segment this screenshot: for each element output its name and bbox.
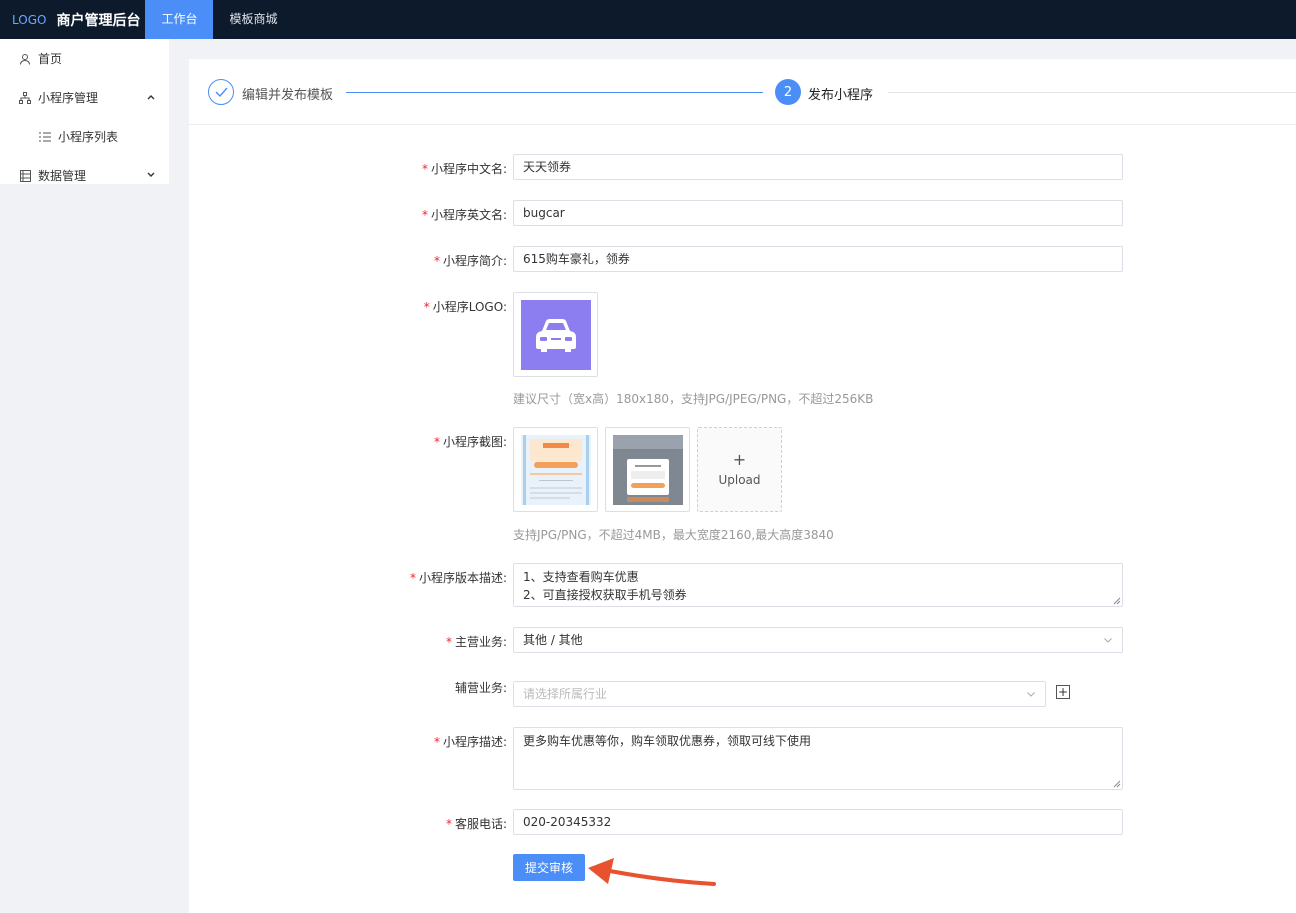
resize-handle-icon[interactable]: [1113, 597, 1121, 605]
screenshot-preview: [613, 435, 683, 505]
tab-template-store[interactable]: 模板商城: [213, 0, 293, 39]
screenshot-preview: [521, 435, 591, 505]
sub-business-label: 辅营业务:: [454, 681, 507, 695]
step-2-label: 发布小程序: [808, 88, 874, 103]
version-desc-line: 1、支持查看购车优惠: [523, 570, 639, 584]
en-name-input[interactable]: bugcar: [513, 200, 1123, 226]
sidebar-item-label: 首页: [38, 52, 63, 66]
logo-thumbnail[interactable]: [513, 292, 598, 377]
user-icon: [18, 53, 32, 65]
sidebar: 首页 小程序管理 小程序列表 数据管理: [0, 39, 169, 184]
main-business-value: 其他 / 其他: [523, 633, 583, 647]
main-business-label: * 主营业务:: [445, 635, 507, 649]
app-title: 商户管理后台: [56, 12, 141, 29]
sub-business-placeholder: 请选择所属行业: [523, 687, 608, 701]
screenshots-hint: 支持JPG/PNG，不超过4MB，最大宽度2160,最大高度3840: [513, 528, 834, 542]
submit-review-button[interactable]: 提交审核: [513, 854, 585, 881]
list-icon: [38, 132, 52, 142]
main-business-select[interactable]: 其他 / 其他: [513, 627, 1123, 653]
database-icon: [18, 169, 32, 182]
logo-hint: 建议尺寸（宽x高）180x180，支持JPG/JPEG/PNG，不超过256KB: [513, 392, 874, 406]
sidebar-item-data-manage[interactable]: 数据管理: [0, 156, 169, 195]
chevron-down-icon: [1027, 692, 1035, 697]
sidebar-item-label: 数据管理: [38, 169, 87, 183]
upload-label: Upload: [718, 473, 761, 487]
phone-label: * 客服电话:: [445, 817, 507, 831]
screenshot-thumbnail-2[interactable]: [605, 427, 690, 512]
en-name-label: * 小程序英文名:: [421, 208, 507, 222]
sitemap-icon: [18, 91, 32, 104]
logo: LOGO: [12, 12, 47, 27]
topbar: LOGO 商户管理后台 工作台 模板商城: [0, 0, 1296, 39]
chevron-down-icon: [1104, 638, 1112, 643]
sidebar-item-label: 小程序列表: [58, 130, 119, 144]
resize-handle-icon[interactable]: [1113, 780, 1121, 788]
car-icon: [521, 300, 591, 370]
annotation-arrow-icon: [588, 858, 716, 886]
cn-name-input[interactable]: 天天领券: [513, 154, 1123, 180]
sidebar-item-miniapp-list[interactable]: 小程序列表: [0, 117, 169, 156]
cn-name-label: * 小程序中文名:: [421, 162, 507, 176]
step-2-number: 2: [775, 79, 801, 105]
chevron-down-icon: [147, 170, 155, 181]
version-desc-textarea[interactable]: 1、支持查看购车优惠 2、可直接授权获取手机号领券: [513, 563, 1123, 607]
description-label: * 小程序描述:: [433, 735, 507, 749]
step-1-label: 编辑并发布模板: [242, 88, 334, 103]
tab-workbench[interactable]: 工作台: [145, 0, 214, 39]
description-text: 更多购车优惠等你，购车领取优惠券，领取可线下使用: [523, 734, 812, 748]
sidebar-item-miniapp-manage[interactable]: 小程序管理: [0, 78, 169, 117]
logo-label: * 小程序LOGO:: [423, 300, 507, 314]
version-desc-label: * 小程序版本描述:: [409, 571, 507, 585]
screenshot-thumbnail-1[interactable]: [513, 427, 598, 512]
step-divider: [888, 92, 1296, 93]
sidebar-item-home[interactable]: 首页: [0, 39, 169, 78]
screenshots-label: * 小程序截图:: [433, 435, 507, 449]
plus-icon: +: [1057, 685, 1069, 699]
intro-label: * 小程序简介:: [433, 254, 507, 268]
sidebar-item-label: 小程序管理: [38, 91, 99, 105]
step-divider: [346, 92, 763, 93]
version-desc-line: 2、可直接授权获取手机号领券: [523, 588, 687, 602]
phone-input[interactable]: 020-20345332: [513, 809, 1123, 835]
step-1-check-icon: [208, 79, 234, 105]
sub-business-select[interactable]: 请选择所属行业: [513, 681, 1046, 707]
screenshot-upload-button[interactable]: + Upload: [697, 427, 782, 512]
steps-bar: 编辑并发布模板 2 发布小程序: [189, 59, 1296, 125]
plus-icon: +: [732, 450, 747, 469]
add-business-button[interactable]: +: [1056, 685, 1070, 699]
intro-input[interactable]: 615购车豪礼，领券: [513, 246, 1123, 272]
chevron-up-icon: [147, 92, 155, 103]
description-textarea[interactable]: 更多购车优惠等你，购车领取优惠券，领取可线下使用: [513, 727, 1123, 790]
main-panel: 编辑并发布模板 2 发布小程序 * 小程序中文名: 天天领券 * 小程序英文名: b…: [189, 59, 1296, 913]
